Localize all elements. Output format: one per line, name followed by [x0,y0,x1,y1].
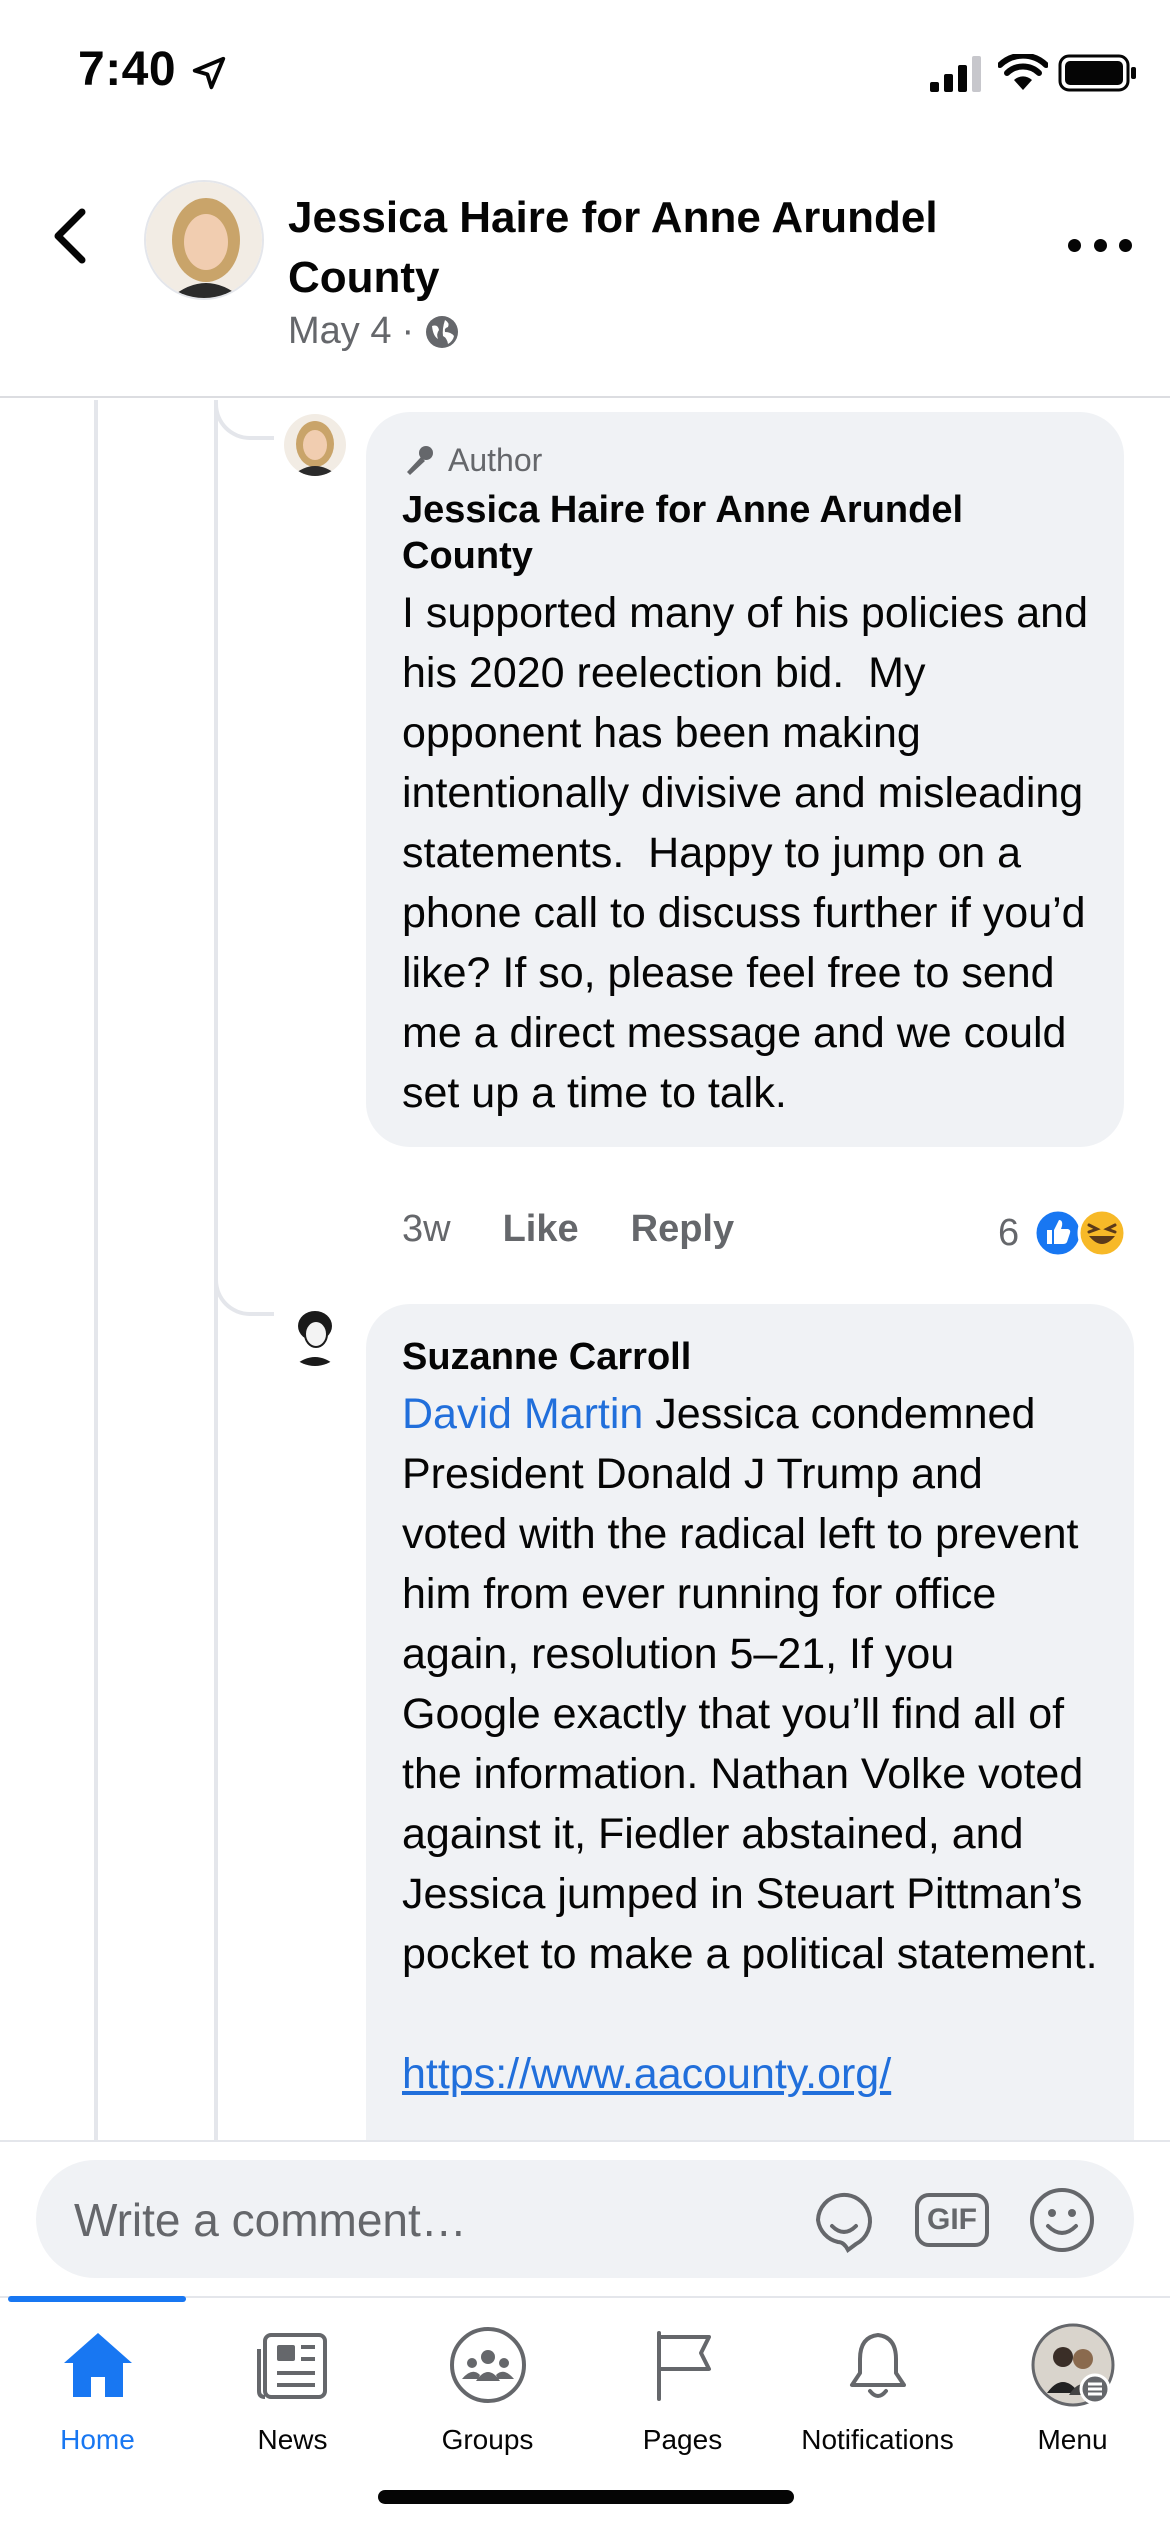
home-indicator[interactable] [378,2490,794,2504]
home-icon [63,2333,132,2397]
reaction-count: 6 [998,1211,1020,1254]
tab-label: News [257,2424,328,2455]
mention-link[interactable]: David Martin [402,1390,643,1438]
reactions-summary[interactable]: 6 [998,1208,1127,1258]
commenter-name[interactable]: Jessica Haire for Anne Arundel County [402,487,1088,579]
like-button[interactable]: Like [503,1208,579,1251]
status-bar: 7:40 [0,0,1170,150]
tab-label: Menu [1037,2424,1108,2455]
tab-pages[interactable]: Pages [585,2322,780,2462]
post-header: Jessica Haire for Anne Arundel County Ma… [0,150,1170,398]
profile-photo-icon [284,1304,346,1366]
microphone-icon [407,445,433,475]
tab-label: Groups [441,2424,534,2455]
comment-avatar[interactable] [284,414,346,476]
tab-label: Pages [642,2424,723,2455]
bell-icon [849,2333,906,2398]
tab-news[interactable]: News [195,2322,390,2462]
reply-connector [214,400,274,440]
page-avatar[interactable] [144,180,264,300]
tab-home[interactable]: Home [0,2322,195,2462]
tab-groups[interactable]: Groups [390,2322,585,2462]
comment-bubble: Suzanne Carroll David Martin Jessica con… [366,1304,1134,2140]
comment-body: Jessica condemned President Donald J Tru… [402,1390,1098,1978]
reply-connector [214,1276,274,1316]
globe-icon [426,315,459,348]
profile-menu-icon [1031,2323,1114,2407]
flag-icon [656,2331,711,2401]
comment-time: 3w [402,1208,451,1250]
page-title[interactable]: Jessica Haire for Anne Arundel County [288,188,1008,308]
gif-button[interactable]: GIF [915,2184,989,2256]
location-arrow-icon [192,56,226,90]
groups-icon [449,2327,526,2403]
commenter-name[interactable]: Suzanne Carroll [402,1334,1098,1380]
meta-separator: · [401,310,415,352]
comment-text: David Martin Jessica condemned President… [402,1384,1098,1984]
thread-line [94,400,98,2140]
comments-thread: Author Jessica Haire for Anne Arundel Co… [0,400,1170,2140]
like-reaction-icon [1033,1208,1083,1258]
news-icon [256,2333,327,2399]
more-options-button[interactable] [1068,230,1132,260]
cellular-signal-icon [930,56,981,92]
comment-composer: Write a comment… GIF [0,2140,1170,2295]
status-time: 7:40 [78,43,177,96]
tab-label: Home [60,2424,135,2455]
comment-actions: 3w Like Reply [402,1208,786,1251]
comment-bubble: Author Jessica Haire for Anne Arundel Co… [366,412,1124,1147]
tab-menu[interactable]: Menu [975,2322,1170,2462]
reply-button[interactable]: Reply [631,1208,734,1251]
post-date: May 4 [288,310,392,352]
dot-icon [1119,238,1132,252]
active-tab-indicator [8,2296,186,2302]
gif-label: GIF [915,2193,989,2247]
dot-icon [1093,238,1107,252]
emoji-icon[interactable] [1026,2184,1098,2256]
haha-reaction-icon [1077,1208,1127,1258]
comment-input[interactable]: Write a comment… GIF [36,2160,1134,2278]
dot-icon [1068,238,1081,252]
tab-notifications[interactable]: Notifications [780,2322,975,2462]
post-meta: May 4 · [288,310,460,353]
battery-icon [1058,54,1136,92]
thread-line [214,400,218,2140]
comment-text: I supported many of his policies and his… [402,589,1100,1117]
profile-photo-icon [146,182,262,298]
tab-label: Notifications [801,2424,954,2455]
comment-avatar[interactable] [284,1304,346,1366]
back-button[interactable] [48,206,92,266]
wifi-icon [998,54,1048,90]
sticker-icon[interactable] [808,2184,880,2256]
author-badge: Author [402,442,1088,479]
profile-photo-icon [284,414,346,476]
comment-placeholder: Write a comment… [74,2194,467,2246]
comment-url-link[interactable]: https://www.aacounty.org/ [402,2044,1098,2104]
author-badge-label: Author [448,442,543,478]
